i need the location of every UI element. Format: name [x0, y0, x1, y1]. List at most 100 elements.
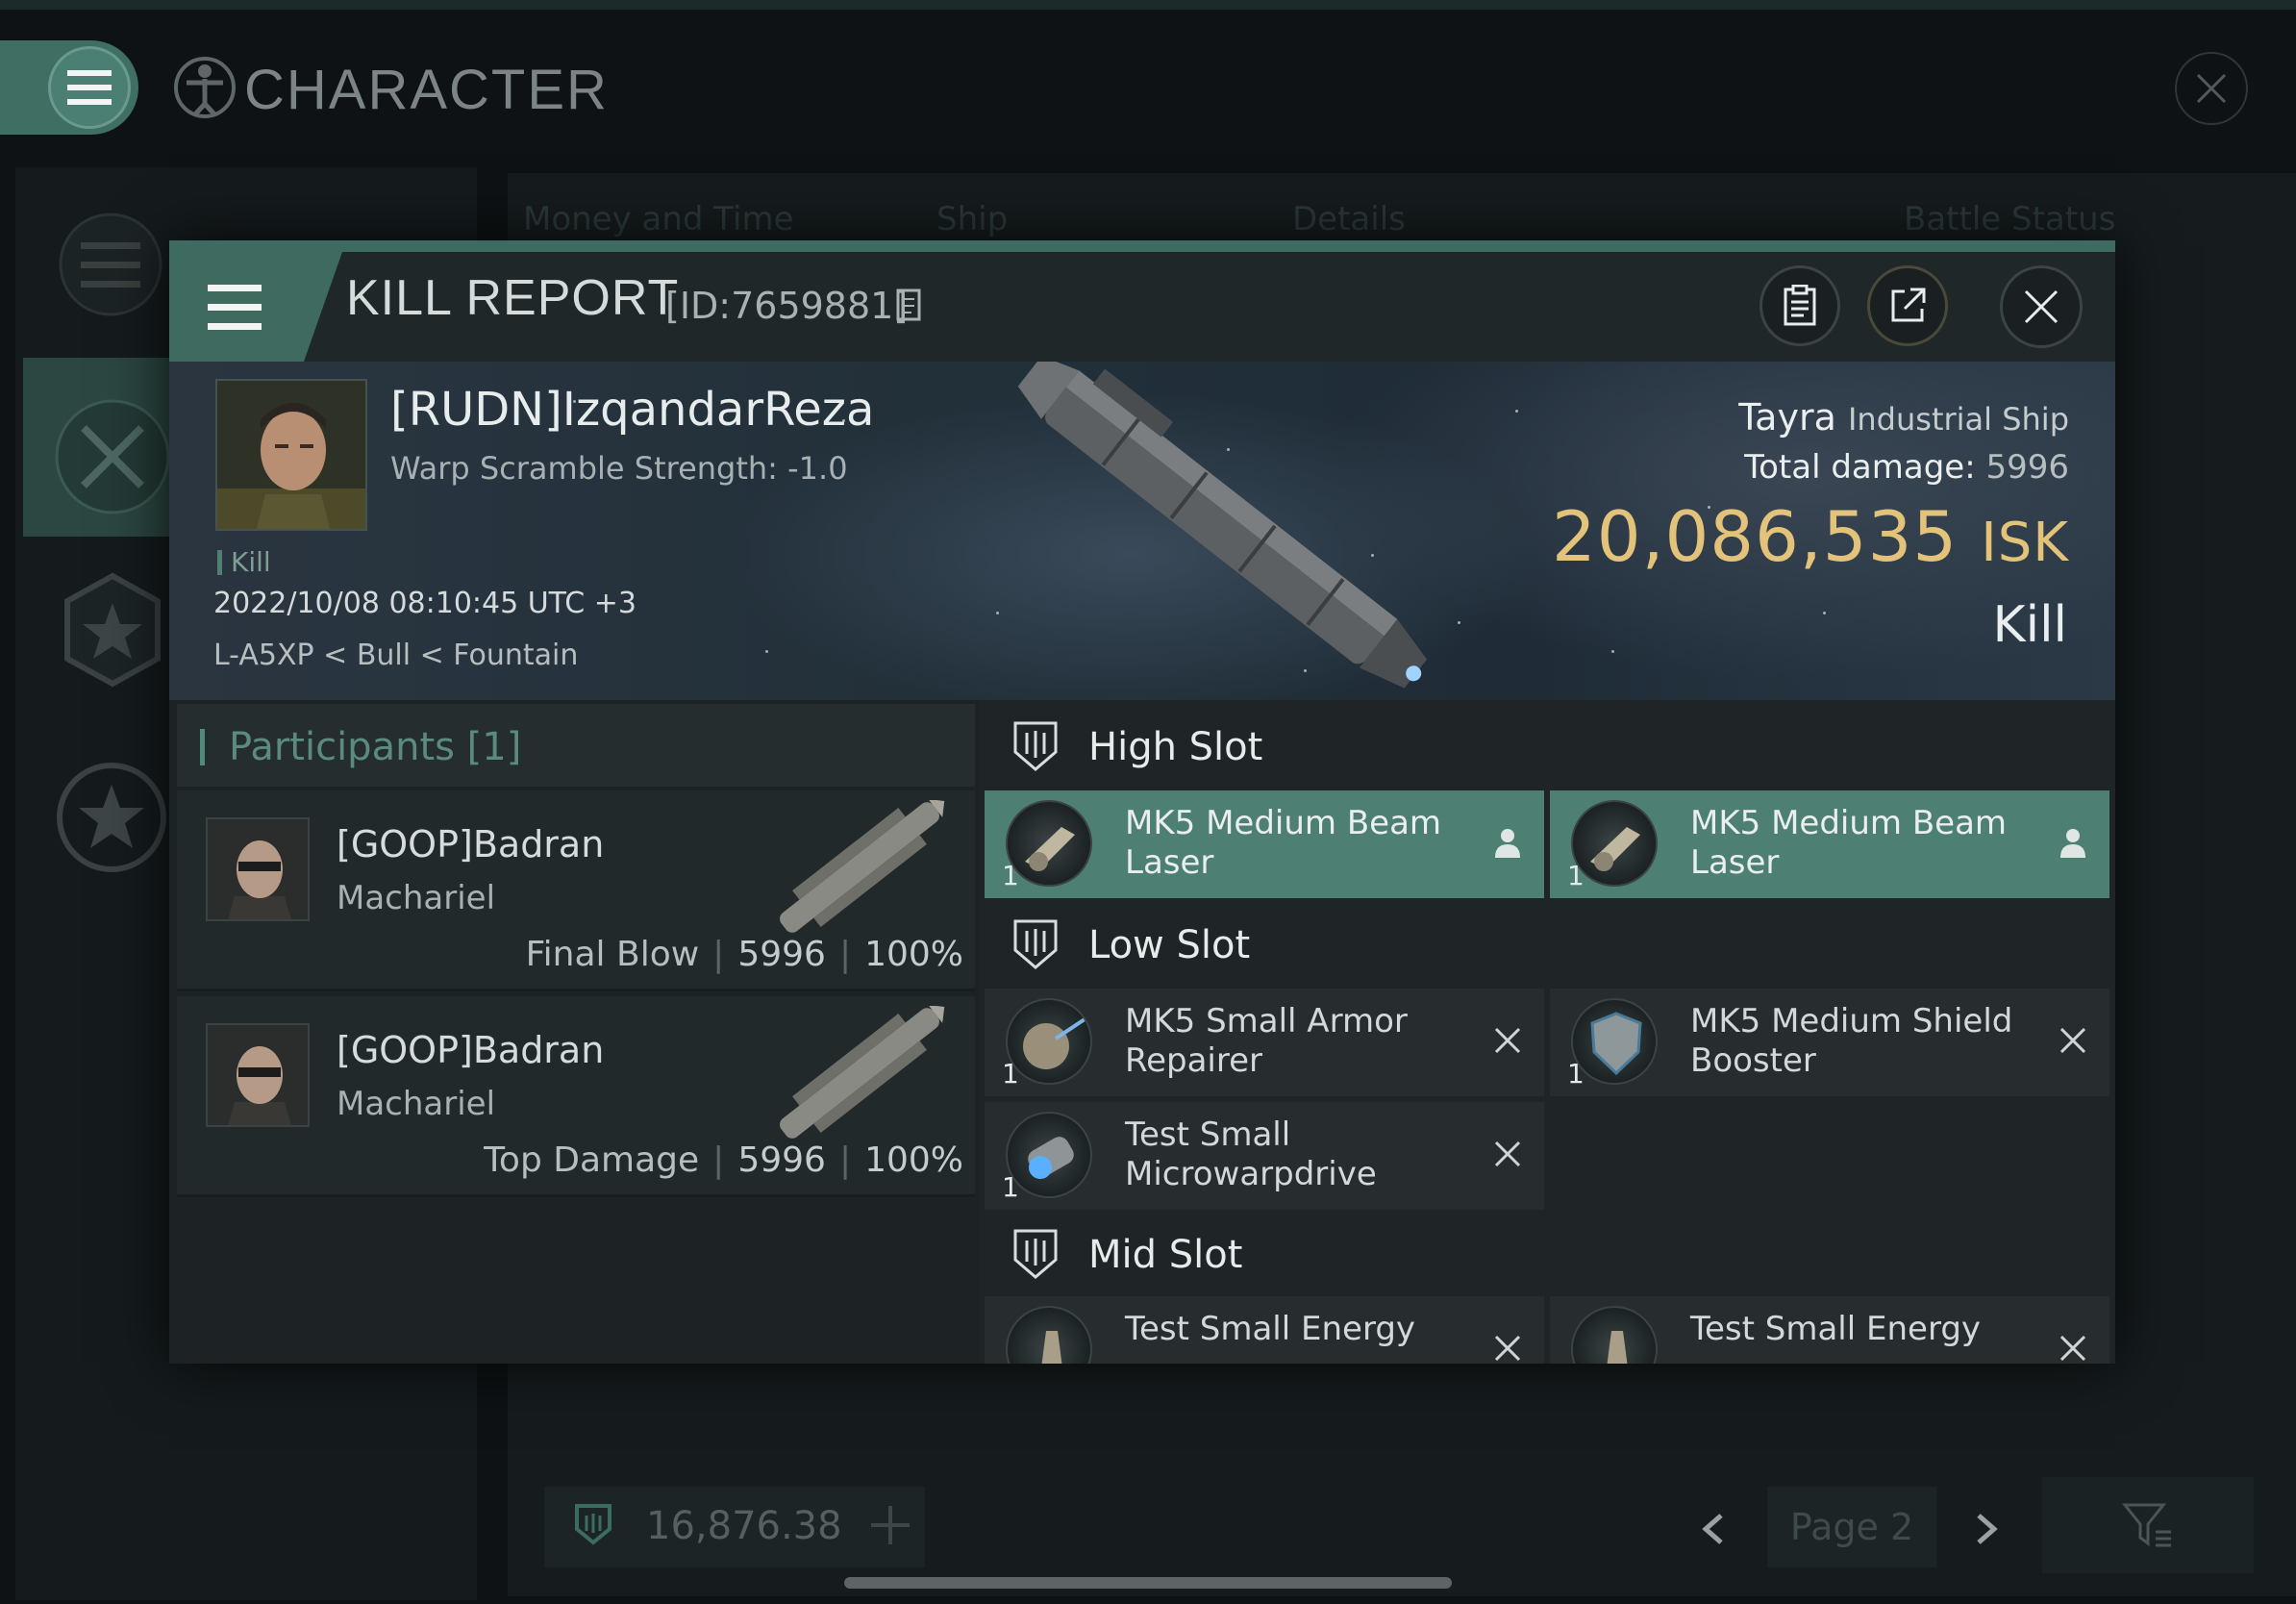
participant-percent: 100%	[864, 935, 963, 974]
module-item[interactable]: 1 MK5 Medium Shield Booster	[1550, 989, 2109, 1096]
participant-avatar[interactable]	[206, 817, 310, 921]
participant-role: Final Blow	[525, 935, 700, 974]
copy-id-icon[interactable]	[896, 288, 925, 323]
victim-name[interactable]: [RUDN]IzqandarReza	[390, 383, 874, 437]
modal-menu-button[interactable]	[169, 252, 342, 362]
module-name: Test Small Energy	[1690, 1310, 1982, 1348]
energy-module-icon	[1571, 1306, 1658, 1364]
module-quantity: 1	[1567, 1058, 1585, 1090]
tab-ship[interactable]: Ship	[936, 200, 1008, 238]
module-name: Test Small Microwarpdrive	[1125, 1115, 1377, 1193]
swords-icon[interactable]	[50, 394, 175, 519]
mid-slot-header: Mid Slot	[979, 1214, 2115, 1296]
participant-portrait-icon	[208, 1025, 308, 1125]
participant-ship-image	[780, 1006, 945, 1139]
slot-title: Low Slot	[1088, 923, 1251, 967]
participant-portrait-icon	[208, 819, 308, 919]
balance-value: 16,876.38	[646, 1504, 842, 1548]
tab-details[interactable]: Details	[1292, 200, 1406, 238]
kill-datetime: 2022/10/08 08:10:45 UTC +3	[213, 587, 636, 620]
tab-battle-status[interactable]: Battle Status	[1904, 200, 2115, 238]
module-name: MK5 Medium Beam Laser	[1125, 804, 1442, 882]
prev-page-icon[interactable]	[1694, 1510, 1733, 1548]
hamburger-icon	[208, 285, 262, 291]
module-item[interactable]: 1 MK5 Small Armor Repairer	[985, 989, 1544, 1096]
participant-name: [GOOP]Badran	[337, 823, 605, 865]
hamburger-icon	[67, 70, 112, 105]
module-item[interactable]: 1 Test Small Energy	[985, 1296, 1544, 1364]
top-accent-line	[0, 0, 2296, 10]
character-icon	[174, 57, 236, 118]
module-name: MK5 Small Armor Repairer	[1125, 1002, 1408, 1080]
slot-title: Mid Slot	[1088, 1233, 1243, 1277]
victim-portrait[interactable]	[215, 379, 367, 531]
kill-result: Kill	[1992, 596, 2067, 654]
filter-icon	[2121, 1503, 2171, 1547]
participant-avatar[interactable]	[206, 1023, 310, 1127]
isk-amount: 20,086,535	[1551, 496, 1959, 577]
filter-button[interactable]	[2042, 1477, 2254, 1573]
isk-unit: ISK	[1981, 512, 2069, 574]
module-item[interactable]: 1 MK5 Medium Beam Laser	[985, 790, 1544, 898]
kill-location[interactable]: L-A5XP < Bull < Fountain	[213, 639, 578, 672]
destroyed-x-icon	[1494, 1027, 1521, 1054]
kill-report-title: KILL REPORT	[346, 270, 680, 326]
clipboard-button[interactable]	[1759, 265, 1840, 346]
sidebar-menu-icon[interactable]	[58, 212, 163, 317]
page-indicator: Page 2	[1767, 1487, 1936, 1567]
participant-row[interactable]: [GOOP]Badran Machariel Final Blow | 5996 | 1…	[177, 790, 975, 991]
star-badge-icon[interactable]	[60, 572, 165, 688]
victim-avatar	[217, 381, 365, 529]
participant-row[interactable]: [GOOP]Badran Machariel Top Damage | 5996 | 1…	[177, 996, 975, 1197]
star-circle-icon[interactable]	[54, 760, 169, 875]
participant-damage: 5996	[737, 935, 826, 974]
participant-name: [GOOP]Badran	[337, 1029, 605, 1071]
module-quantity: 1	[1002, 1171, 1019, 1203]
participants-title: Participants [1]	[229, 725, 522, 769]
destroyed-x-icon	[1494, 1140, 1521, 1167]
low-slot-header: Low Slot	[979, 904, 2115, 987]
destroyed-x-icon	[2059, 1027, 2086, 1054]
participant-ship-image	[780, 800, 945, 933]
kill-tag-marker	[217, 550, 222, 575]
destroyed-x-icon	[2059, 1335, 2086, 1362]
next-page-icon[interactable]	[1967, 1510, 2006, 1548]
close-icon	[2024, 289, 2059, 324]
module-item[interactable]: 1 Test Small Microwarpdrive	[985, 1102, 1544, 1210]
energy-module-icon	[1006, 1306, 1092, 1364]
module-name: Test Small Energy	[1125, 1310, 1416, 1348]
module-quantity: 1	[1567, 860, 1585, 891]
kill-report-id: [ID:7659881]	[665, 285, 909, 327]
participant-ship: Machariel	[337, 1085, 496, 1123]
horizontal-scrollbar[interactable]	[844, 1577, 1452, 1589]
victim-ship-image	[1017, 362, 1428, 689]
module-item[interactable]: 1 MK5 Medium Beam Laser	[1550, 790, 2109, 898]
pilot-icon	[1495, 829, 1520, 858]
warp-scramble-strength: Warp Scramble Strength: -1.0	[390, 450, 848, 487]
isk-value: 20,086,535 ISK	[1552, 496, 2069, 577]
ship-slot-icon	[575, 1504, 611, 1545]
participant-stats: Final Blow | 5996 | 100%	[525, 935, 963, 974]
participants-header-marker	[200, 729, 205, 765]
kill-report-modal: KILL REPORT [ID:7659881] [RUDN]IzqandarR…	[169, 240, 2115, 1364]
page-close-button[interactable]	[2175, 52, 2248, 125]
participant-percent: 100%	[864, 1140, 963, 1180]
high-slot-icon	[1013, 721, 1058, 771]
modal-accent-line	[169, 240, 2115, 252]
main-menu-button[interactable]	[48, 46, 131, 129]
destroyed-x-icon	[1494, 1335, 1521, 1362]
module-quantity: 1	[1002, 1058, 1019, 1090]
tab-money-and-time[interactable]: Money and Time	[523, 200, 794, 238]
external-link-icon	[1891, 288, 1926, 322]
participant-ship: Machariel	[337, 879, 496, 917]
ship-name-text: Tayra	[1738, 396, 1836, 439]
share-button[interactable]	[1867, 265, 1948, 346]
ship-name[interactable]: Tayra Industrial Ship	[1738, 396, 2069, 439]
module-item[interactable]: 1 Test Small Energy	[1550, 1296, 2109, 1364]
modal-close-button[interactable]	[2000, 265, 2083, 348]
low-slot-icon	[1013, 919, 1058, 969]
participant-damage: 5996	[737, 1140, 826, 1180]
module-name: MK5 Medium Shield Booster	[1690, 1002, 2013, 1080]
add-icon[interactable]	[865, 1500, 915, 1550]
module-quantity: 1	[1002, 860, 1019, 891]
